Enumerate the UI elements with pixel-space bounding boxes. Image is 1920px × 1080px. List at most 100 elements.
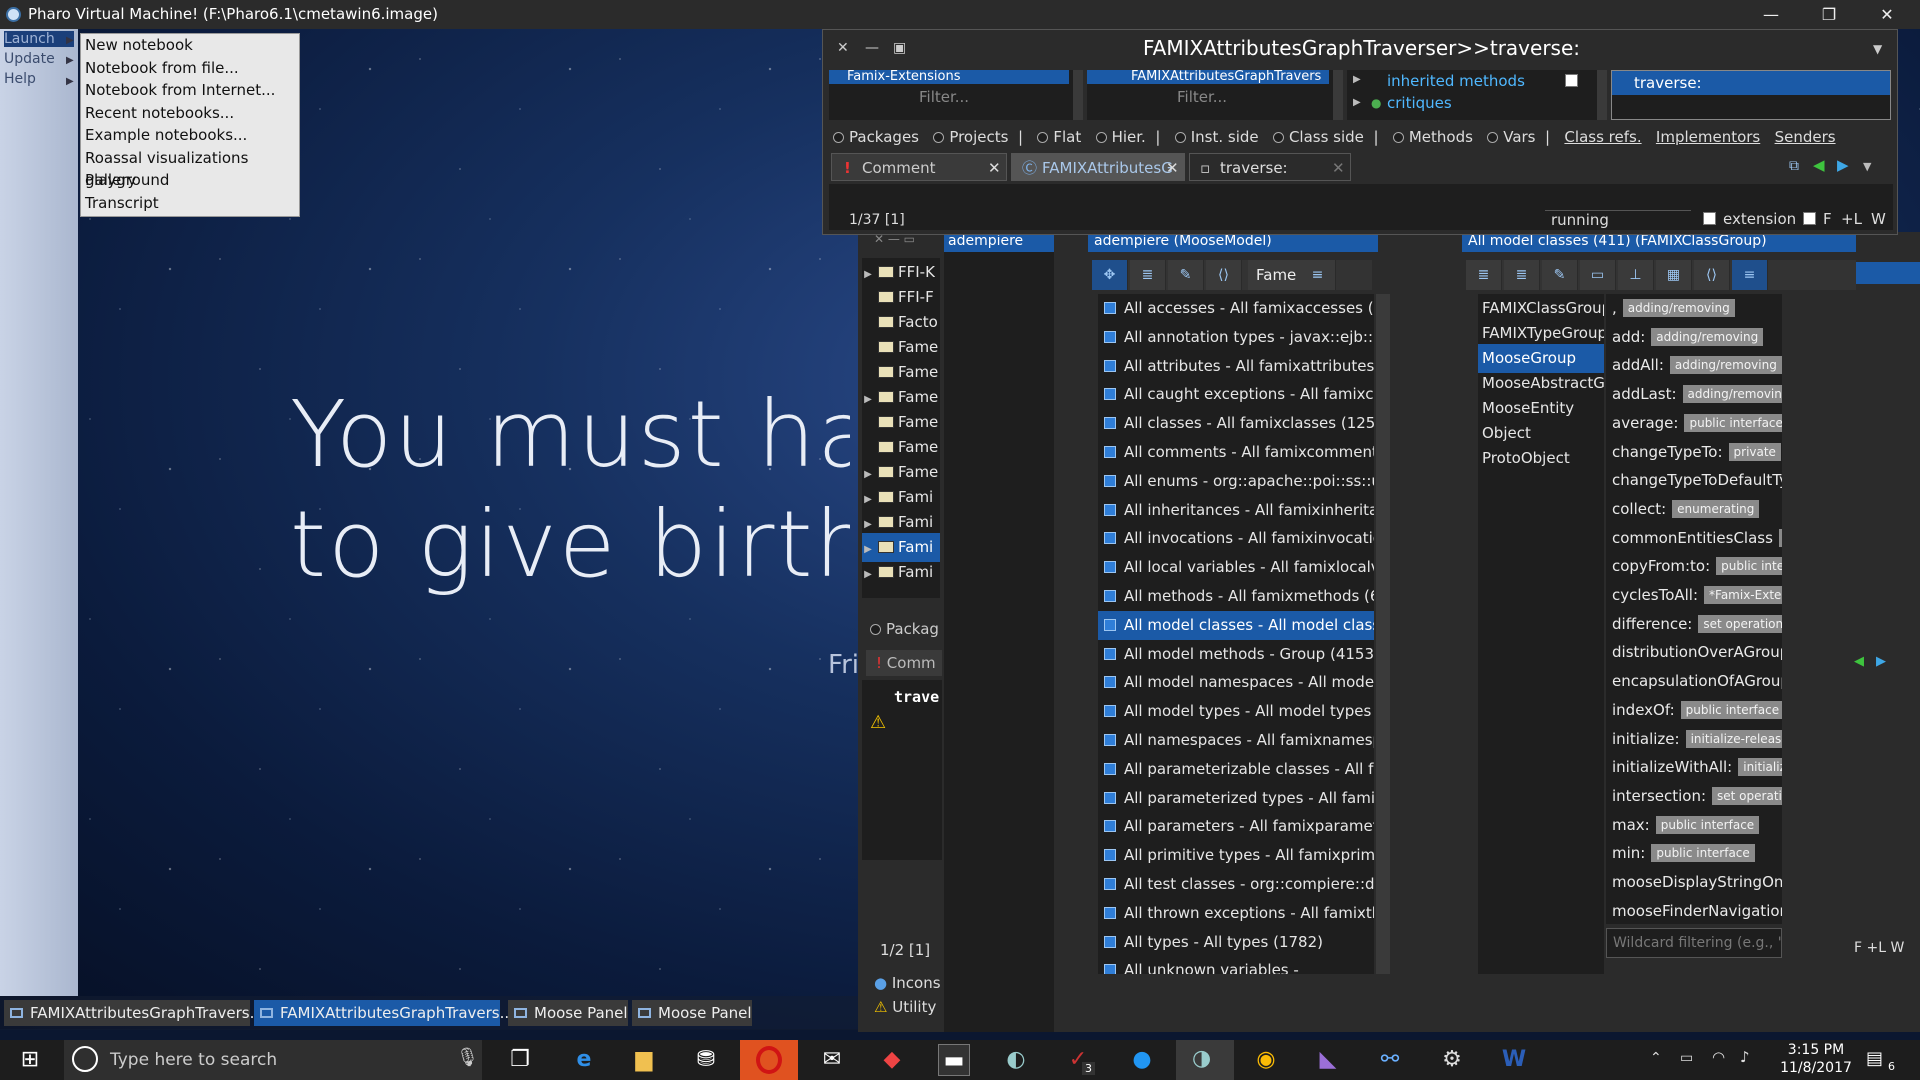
forward-arrow-icon[interactable]: ▶ bbox=[1876, 654, 1886, 669]
code-pane[interactable]: trave ⚠ bbox=[862, 680, 942, 860]
git-icon[interactable]: ◆ bbox=[876, 1044, 908, 1076]
group-item[interactable]: All namespaces - All famixnamespaces (13… bbox=[1098, 726, 1374, 755]
tab-class[interactable]: Ⓒ FAMIXAttributesG ✕ bbox=[1011, 153, 1185, 181]
back-arrow-icon[interactable]: ◀ bbox=[1813, 156, 1825, 174]
group-item[interactable]: All unknown variables - bbox=[1098, 956, 1374, 974]
tree-item[interactable]: ▶ Fami bbox=[862, 558, 933, 587]
tool-button[interactable]: ⟨⟩ bbox=[1694, 260, 1730, 290]
method-row[interactable]: commonEntitiesClass private bbox=[1612, 524, 1782, 553]
wildcard-filter-input[interactable]: Wildcard filtering (e.g., "*pattern" bbox=[1606, 928, 1782, 958]
opera-button[interactable] bbox=[740, 1040, 798, 1080]
group-item[interactable]: All types - All types (1782) bbox=[1098, 928, 1374, 957]
tool-button[interactable]: ⊥ bbox=[1618, 260, 1654, 290]
tool-button[interactable]: ⟨⟩ bbox=[1206, 260, 1242, 290]
implementors-link[interactable]: Implementors bbox=[1656, 128, 1760, 146]
tool-button[interactable]: ✎ bbox=[1542, 260, 1578, 290]
action-center-icon[interactable]: ▤ bbox=[1866, 1048, 1883, 1069]
group-item-selected[interactable]: All model classes - All model classes (4… bbox=[1098, 610, 1374, 640]
group-item[interactable]: All parameterizable classes - All famixp… bbox=[1098, 755, 1374, 784]
menu-item-notebook-from-file[interactable]: Notebook from file... bbox=[81, 57, 299, 80]
scrollbar[interactable] bbox=[1073, 70, 1083, 120]
flat-radio[interactable]: Flat bbox=[1037, 128, 1081, 146]
clock-date[interactable]: 11/8/2017 bbox=[1776, 1060, 1856, 1076]
group-item[interactable]: All primitive types - All famixprimitive… bbox=[1098, 841, 1374, 870]
pharo-task-moose-panel-1[interactable]: Moose Panel bbox=[508, 1000, 628, 1026]
browser-minimize-button[interactable]: — bbox=[865, 40, 879, 56]
tool-button[interactable]: ✎ bbox=[1168, 260, 1204, 290]
comment-tab[interactable]: ! Comm bbox=[866, 650, 946, 676]
tab-menu-icon[interactable]: ▼ bbox=[1863, 160, 1871, 173]
critique-utility[interactable]: ⚠ Utility bbox=[874, 998, 936, 1016]
forward-arrow-icon[interactable]: ▶ bbox=[1837, 156, 1849, 174]
method-row[interactable]: min: public interface bbox=[1612, 839, 1755, 868]
tab-close-icon[interactable]: ✕ bbox=[988, 154, 1001, 180]
menu-item-playground[interactable]: Playground bbox=[81, 169, 299, 192]
menu-launch[interactable]: Launch bbox=[4, 31, 74, 47]
taskbar-search-box[interactable]: Type here to search 🎙 bbox=[64, 1040, 482, 1080]
inherited-checkbox[interactable] bbox=[1565, 74, 1578, 87]
extension-checkbox[interactable] bbox=[1703, 212, 1716, 225]
method-row[interactable]: cyclesToAll: *Famix-Extensions bbox=[1612, 581, 1782, 610]
task-view-icon[interactable]: ❐ bbox=[504, 1044, 536, 1076]
visual-studio-icon[interactable]: ◣ bbox=[1312, 1044, 1344, 1076]
method-row[interactable]: initializeWithAll: initialize-release bbox=[1612, 753, 1782, 782]
active-app-button[interactable]: ◑ bbox=[1176, 1040, 1234, 1080]
pharo-icon[interactable]: ◐ bbox=[1000, 1044, 1032, 1076]
group-item[interactable]: All model methods - Group (4153) bbox=[1098, 640, 1374, 669]
tool-button[interactable]: ▭ bbox=[1580, 260, 1616, 290]
package-filter-input[interactable]: Filter... bbox=[919, 88, 969, 106]
wifi-icon[interactable]: ◠ bbox=[1712, 1048, 1725, 1066]
method-row[interactable]: , adding/removing bbox=[1612, 294, 1735, 323]
menu-item-recent-notebooks[interactable]: Recent notebooks... bbox=[81, 102, 299, 125]
group-item[interactable]: All caught exceptions - All famixcaughte… bbox=[1098, 380, 1374, 409]
terminal-icon[interactable]: ▬ bbox=[938, 1044, 970, 1076]
method-row[interactable]: average: public interface bbox=[1612, 409, 1782, 438]
scrollbar[interactable] bbox=[1597, 70, 1607, 120]
tool-button[interactable]: ≡ bbox=[1300, 260, 1336, 290]
method-item-traverse[interactable]: traverse: bbox=[1612, 71, 1890, 95]
windows-start-icon[interactable]: ⊞ bbox=[14, 1044, 46, 1076]
inst-side-radio[interactable]: Inst. side bbox=[1174, 128, 1259, 146]
fame-tab[interactable]: Fame bbox=[1248, 260, 1305, 290]
browser-menu-icon[interactable]: ▼ bbox=[1873, 42, 1882, 56]
tool-button[interactable]: ≣ bbox=[1504, 260, 1540, 290]
volume-icon[interactable]: ♪ bbox=[1740, 1048, 1750, 1066]
new-window-icon[interactable]: ⧉ bbox=[1789, 158, 1799, 174]
method-row[interactable]: mooseFinderNavigationIn:*moos bbox=[1612, 897, 1782, 924]
senders-link[interactable]: Senders bbox=[1775, 128, 1836, 146]
hier-radio[interactable]: Hier. bbox=[1095, 128, 1146, 146]
menu-item-notebook-from-internet[interactable]: Notebook from Internet... bbox=[81, 79, 299, 102]
expand-triangle-icon[interactable]: ▶ bbox=[1353, 74, 1361, 85]
pharo-task-browser-1[interactable]: FAMIXAttributesGraphTravers... bbox=[4, 1000, 264, 1026]
group-item[interactable]: All enums - org::apache::poi::ss::us...l… bbox=[1098, 467, 1374, 496]
group-item[interactable]: All classes - All famixclasses (1259) bbox=[1098, 409, 1374, 438]
microphone-icon[interactable]: 🎙 bbox=[456, 1047, 479, 1068]
method-row[interactable]: intersection: set operations bbox=[1612, 782, 1782, 811]
tray-chevron-icon[interactable]: ⌃ bbox=[1650, 1050, 1662, 1066]
method-row[interactable]: addLast: adding/removing bbox=[1612, 380, 1782, 409]
code-search-input[interactable]: running bbox=[1545, 210, 1691, 230]
settings-icon[interactable]: ⚙ bbox=[1436, 1044, 1468, 1076]
method-row[interactable]: changeTypeToDefaultTypeprivat bbox=[1612, 466, 1782, 495]
close-button[interactable]: ✕ bbox=[1864, 0, 1910, 29]
menu-item-roassal-gallery[interactable]: Roassal visualizations gallery bbox=[81, 147, 299, 190]
protocol-inherited-methods[interactable]: inherited methods bbox=[1387, 72, 1525, 90]
method-row[interactable]: collect: enumerating bbox=[1612, 495, 1760, 524]
method-row[interactable]: difference: set operations bbox=[1612, 610, 1782, 639]
method-row[interactable]: mooseDisplayStringOn:printing bbox=[1612, 868, 1782, 897]
network-app-icon[interactable]: ⚯ bbox=[1374, 1044, 1406, 1076]
method-row[interactable]: encapsulationOfAGroupOfGroups: bbox=[1612, 667, 1782, 696]
code-editor[interactable]: 1/37 [1] running extension F +L W bbox=[829, 184, 1893, 230]
messenger-icon[interactable]: ● bbox=[1126, 1044, 1158, 1076]
group-item[interactable]: All parameterized types - All famixparam… bbox=[1098, 784, 1374, 813]
group-item[interactable]: All parameters - All famixparameters (44… bbox=[1098, 812, 1374, 841]
chrome-icon[interactable]: ◉ bbox=[1250, 1044, 1282, 1076]
package-item-famix-extensions[interactable]: Famix-Extensions bbox=[829, 70, 1069, 84]
edge-icon[interactable]: e bbox=[568, 1044, 600, 1076]
method-row[interactable]: initialize: initialize-release bbox=[1612, 725, 1782, 754]
method-row[interactable]: add: adding/removing bbox=[1612, 323, 1764, 352]
group-item[interactable]: All model types - All model types (449) bbox=[1098, 697, 1374, 726]
method-row[interactable]: addAll: adding/removing bbox=[1612, 351, 1782, 380]
method-row[interactable]: distributionOverAGroupOfGroups: bbox=[1612, 638, 1782, 667]
protocol-critiques[interactable]: critiques bbox=[1387, 94, 1452, 112]
